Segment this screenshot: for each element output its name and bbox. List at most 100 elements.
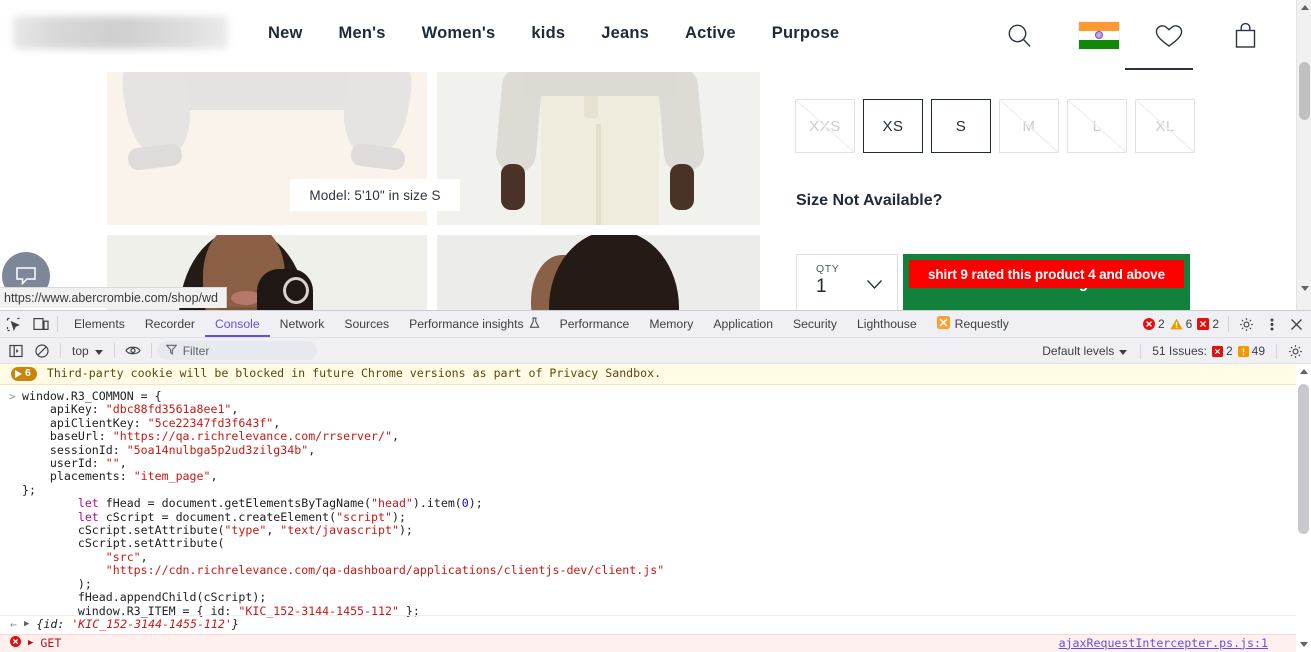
filterbar-divider-3 (150, 343, 152, 358)
size-option-s[interactable]: S (931, 99, 991, 153)
search-icon[interactable] (998, 14, 1040, 56)
tab-memory[interactable]: Memory (639, 311, 703, 337)
console-scroll-up-arrow-icon[interactable] (1296, 364, 1311, 379)
tab-performance-label: Performance (559, 317, 630, 331)
result-suffix: } (231, 617, 239, 632)
issues-error-count: 2 (1225, 344, 1233, 358)
tab-performance-insights[interactable]: Performance insights (399, 311, 549, 337)
warning-group-count-badge[interactable]: 6 (11, 367, 37, 381)
filterbar-right-controls: Default levels 51 Issues: 2 49 (1034, 338, 1308, 364)
inspect-element-icon[interactable] (0, 311, 27, 337)
counter-divider (1228, 316, 1229, 332)
size-option-xs[interactable]: XS (863, 99, 923, 153)
site-header: New Men's Women's kids Jeans Active Purp… (0, 0, 1303, 70)
warning-count: 6 (1185, 317, 1193, 331)
console-filter-input[interactable]: Filter (156, 341, 317, 360)
expand-triangle-icon[interactable]: ▶ (28, 637, 33, 650)
error-counter[interactable]: 2 (1142, 317, 1165, 331)
error-count: 2 (1157, 317, 1165, 331)
issues-counter[interactable]: 2 (1197, 317, 1219, 331)
nav-item-new[interactable]: New (268, 24, 321, 43)
code-line: window.R3_COMMON = { (22, 389, 162, 403)
tab-sources[interactable]: Sources (334, 311, 399, 337)
tab-elements-label: Elements (74, 317, 125, 331)
scroll-up-arrow-icon[interactable] (1297, 0, 1311, 15)
chevron-down-icon (94, 344, 103, 358)
india-flag-graphic (1079, 21, 1119, 49)
console-sidebar-toggle-icon[interactable] (3, 339, 29, 363)
product-image-tile-4[interactable] (437, 235, 760, 310)
flag-stripe-saffron (1079, 21, 1119, 31)
flag-india-icon[interactable] (1078, 20, 1120, 50)
tab-network[interactable]: Network (270, 311, 335, 337)
console-result-value[interactable]: {id: 'KIC_152-3144-1455-112'} (36, 618, 238, 631)
site-logo[interactable] (13, 16, 228, 49)
console-message-area: 6 Third-party cookie will be blocked in … (0, 364, 1296, 652)
console-warning-group[interactable]: 6 Third-party cookie will be blocked in … (0, 364, 1296, 385)
issues-label: 51 Issues: (1152, 344, 1207, 358)
browser-page-viewport: New Men's Women's kids Jeans Active Purp… (0, 0, 1311, 310)
wishlist-heart-icon[interactable] (1148, 14, 1190, 56)
settings-gear-icon[interactable] (1234, 311, 1259, 337)
nav-item-purpose[interactable]: Purpose (754, 24, 857, 43)
close-devtools-icon[interactable] (1284, 311, 1309, 337)
nav-item-kids[interactable]: kids (513, 24, 583, 43)
size-option-l[interactable]: L (1067, 99, 1127, 153)
page-scrollbar-thumb[interactable] (1299, 62, 1310, 120)
console-settings-gear-icon[interactable] (1282, 339, 1308, 363)
error-message: GET (40, 635, 62, 650)
devtools-tabbar: Elements Recorder Console Network Source… (0, 311, 1311, 338)
warning-group-text: Third-party cookie will be blocked in fu… (46, 366, 662, 381)
tab-recorder[interactable]: Recorder (135, 311, 205, 337)
size-option-m[interactable]: M (999, 99, 1059, 153)
filterbar-divider-2 (113, 343, 115, 358)
page-scrollbar[interactable] (1296, 0, 1311, 310)
console-scrollbar-thumb[interactable] (1298, 384, 1309, 534)
scroll-down-arrow-icon[interactable] (1297, 281, 1311, 296)
nav-item-mens[interactable]: Men's (321, 24, 404, 43)
quantity-selector[interactable]: QTY 1 (796, 254, 898, 310)
tab-performance[interactable]: Performance (550, 311, 640, 337)
product-image-tile-2[interactable] (437, 72, 760, 225)
code-line: let cScript = document.createElement("sc… (77, 509, 406, 524)
tab-security[interactable]: Security (783, 311, 847, 337)
code-line: cScript.setAttribute( (22, 536, 225, 551)
clear-console-icon[interactable] (29, 339, 55, 363)
warning-group-count: 6 (25, 367, 31, 380)
filterbar-divider-4 (1140, 343, 1142, 359)
execution-context-select[interactable]: top (66, 341, 109, 361)
shopping-bag-icon[interactable] (1224, 14, 1266, 56)
rating-overlay-banner: shirt 9 rated this product 4 and above (909, 260, 1184, 288)
tab-application[interactable]: Application (703, 311, 783, 337)
nav-item-jeans[interactable]: Jeans (583, 24, 667, 43)
tab-elements[interactable]: Elements (64, 311, 135, 337)
expand-triangle-icon[interactable]: ▶ (24, 618, 29, 631)
product-image-gallery: Model: 5'10" in size S (107, 72, 760, 310)
console-scrollbar[interactable] (1296, 364, 1311, 652)
warning-counter[interactable]: 6 (1170, 317, 1193, 331)
result-string: 'KIC_152-3144-1455-112' (71, 617, 232, 632)
device-toolbar-icon[interactable] (27, 311, 54, 337)
live-expression-eye-icon[interactable] (120, 339, 146, 363)
console-scroll-down-arrow-icon[interactable] (1296, 637, 1311, 652)
issues-summary[interactable]: 51 Issues: 2 49 (1146, 344, 1271, 358)
more-options-icon[interactable] (1259, 311, 1284, 337)
tab-requestly[interactable]: Requestly (927, 311, 1019, 337)
filter-funnel-icon (165, 344, 178, 358)
result-prefix: {id: (36, 617, 72, 632)
nav-item-active[interactable]: Active (667, 24, 754, 43)
console-error-line[interactable]: ▶ GET ajaxRequestIntercepter.ps.js:1 (0, 634, 1296, 652)
size-option-xl[interactable]: XL (1135, 99, 1195, 153)
console-input-caret-icon: > (9, 390, 16, 403)
tab-recorder-label: Recorder (144, 317, 195, 331)
size-option-xxs[interactable]: XXS (795, 99, 855, 153)
nav-item-womens[interactable]: Women's (404, 24, 514, 43)
error-source-link[interactable]: ajaxRequestIntercepter.ps.js:1 (1059, 636, 1268, 650)
tab-console[interactable]: Console (205, 311, 270, 337)
code-line: sessionId: "5oa14nulbga5p2ud3zilg34b", (22, 442, 316, 457)
console-result-line: ← ▶ {id: 'KIC_152-3144-1455-112'} (0, 615, 1296, 634)
devtools-counters: 2 6 2 (1142, 311, 1233, 337)
tab-lighthouse[interactable]: Lighthouse (847, 311, 927, 337)
flag-ashoka-chakra (1095, 31, 1103, 39)
log-levels-select[interactable]: Default levels (1034, 344, 1135, 358)
